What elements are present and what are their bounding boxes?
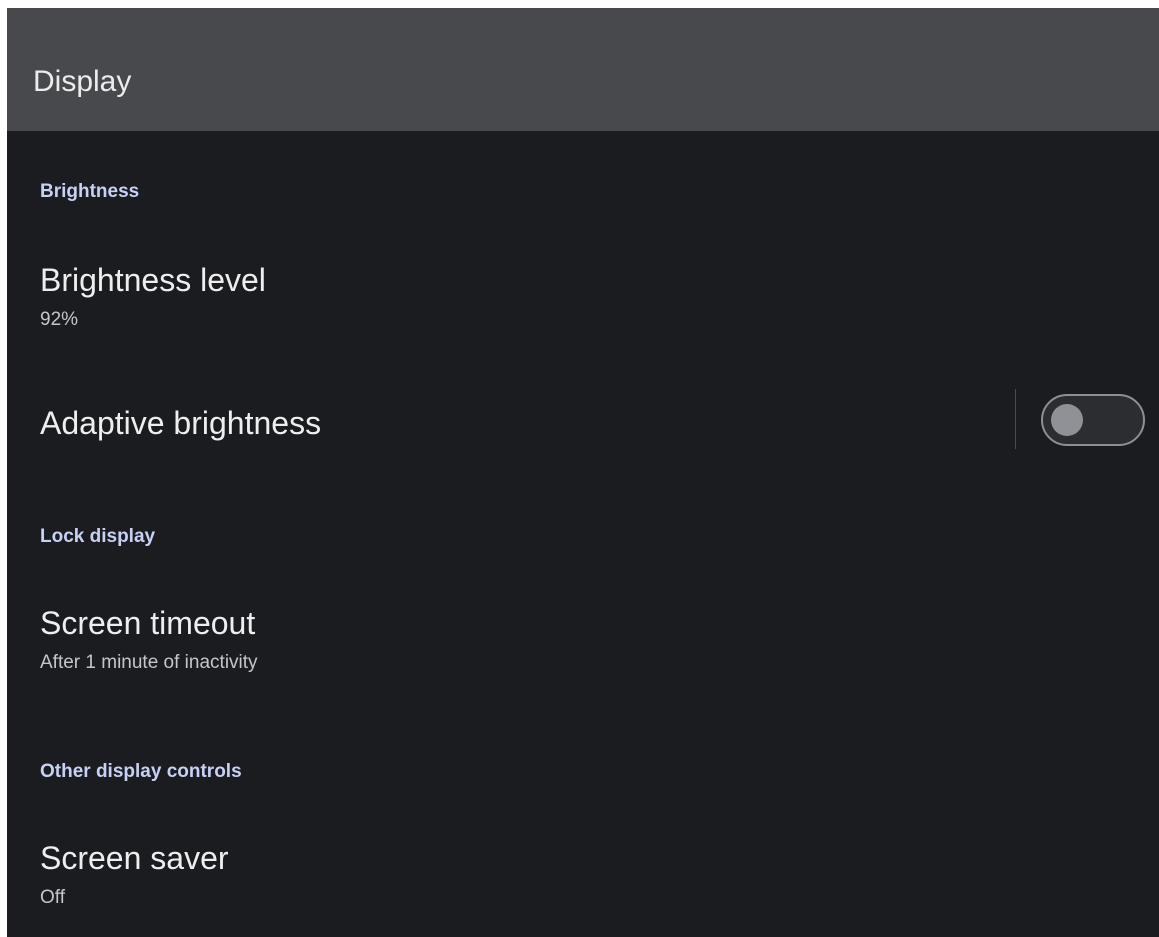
section-header-other-display-controls: Other display controls bbox=[40, 761, 242, 782]
screen-timeout-title: Screen timeout bbox=[40, 605, 256, 641]
adaptive-brightness-item[interactable]: Adaptive brightness bbox=[7, 378, 1159, 468]
app-bar: Display bbox=[7, 8, 1159, 131]
screen-saver-item[interactable]: Screen saver Off bbox=[7, 826, 1159, 926]
display-settings-screen: Display Brightness Brightness level 92% … bbox=[7, 8, 1159, 937]
page-title: Display bbox=[33, 65, 132, 98]
section-header-lock-display: Lock display bbox=[40, 526, 156, 547]
screen-timeout-item[interactable]: Screen timeout After 1 minute of inactiv… bbox=[7, 591, 1159, 691]
screen-timeout-summary: After 1 minute of inactivity bbox=[40, 652, 258, 673]
brightness-level-item[interactable]: Brightness level 92% bbox=[7, 246, 1159, 346]
brightness-level-summary: 92% bbox=[40, 309, 79, 330]
brightness-level-title: Brightness level bbox=[40, 262, 266, 298]
screen-saver-summary: Off bbox=[40, 887, 65, 908]
switch-thumb bbox=[1051, 404, 1083, 436]
adaptive-brightness-title: Adaptive brightness bbox=[40, 405, 322, 441]
screen-saver-title: Screen saver bbox=[40, 840, 229, 876]
adaptive-brightness-switch[interactable] bbox=[1041, 394, 1145, 446]
section-header-brightness: Brightness bbox=[40, 181, 140, 202]
switch-divider bbox=[1015, 389, 1016, 449]
